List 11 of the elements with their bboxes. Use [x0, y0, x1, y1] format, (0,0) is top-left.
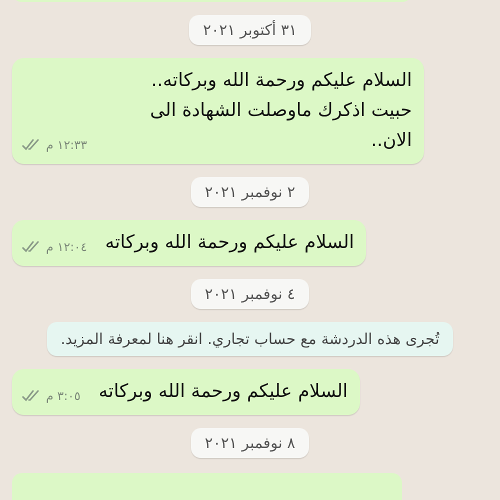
message-text: السلام عليكم ورحمة الله وبركاته	[105, 231, 354, 255]
date-chip: ٢ نوفمبر ٢٠٢١	[190, 177, 310, 207]
message-text: السلام عليكم ورحمة الله وبركاته	[98, 380, 348, 404]
date-chip: ٤ نوفمبر ٢٠٢١	[190, 279, 310, 309]
date-chip: ٣١ أكتوبر ٢٠٢١	[189, 15, 311, 45]
message-time: ٣:٠٥ م	[46, 389, 81, 403]
business-notice[interactable]: تُجرى هذه الدردشة مع حساب تجاري. انقر هنا لمعرفة المزيد.	[46, 322, 454, 356]
message-time: ١٢:٠٤ م	[46, 240, 88, 254]
date-chip: ٨ نوفمبر ٢٠٢١	[190, 428, 310, 458]
message-text: السلام عليكم ورحمة الله وبركاته.. حبيت اذكرك ماوصلت الشهادة الى الان..	[149, 69, 412, 153]
message-time: ١٢:٣٣ م	[46, 138, 88, 152]
